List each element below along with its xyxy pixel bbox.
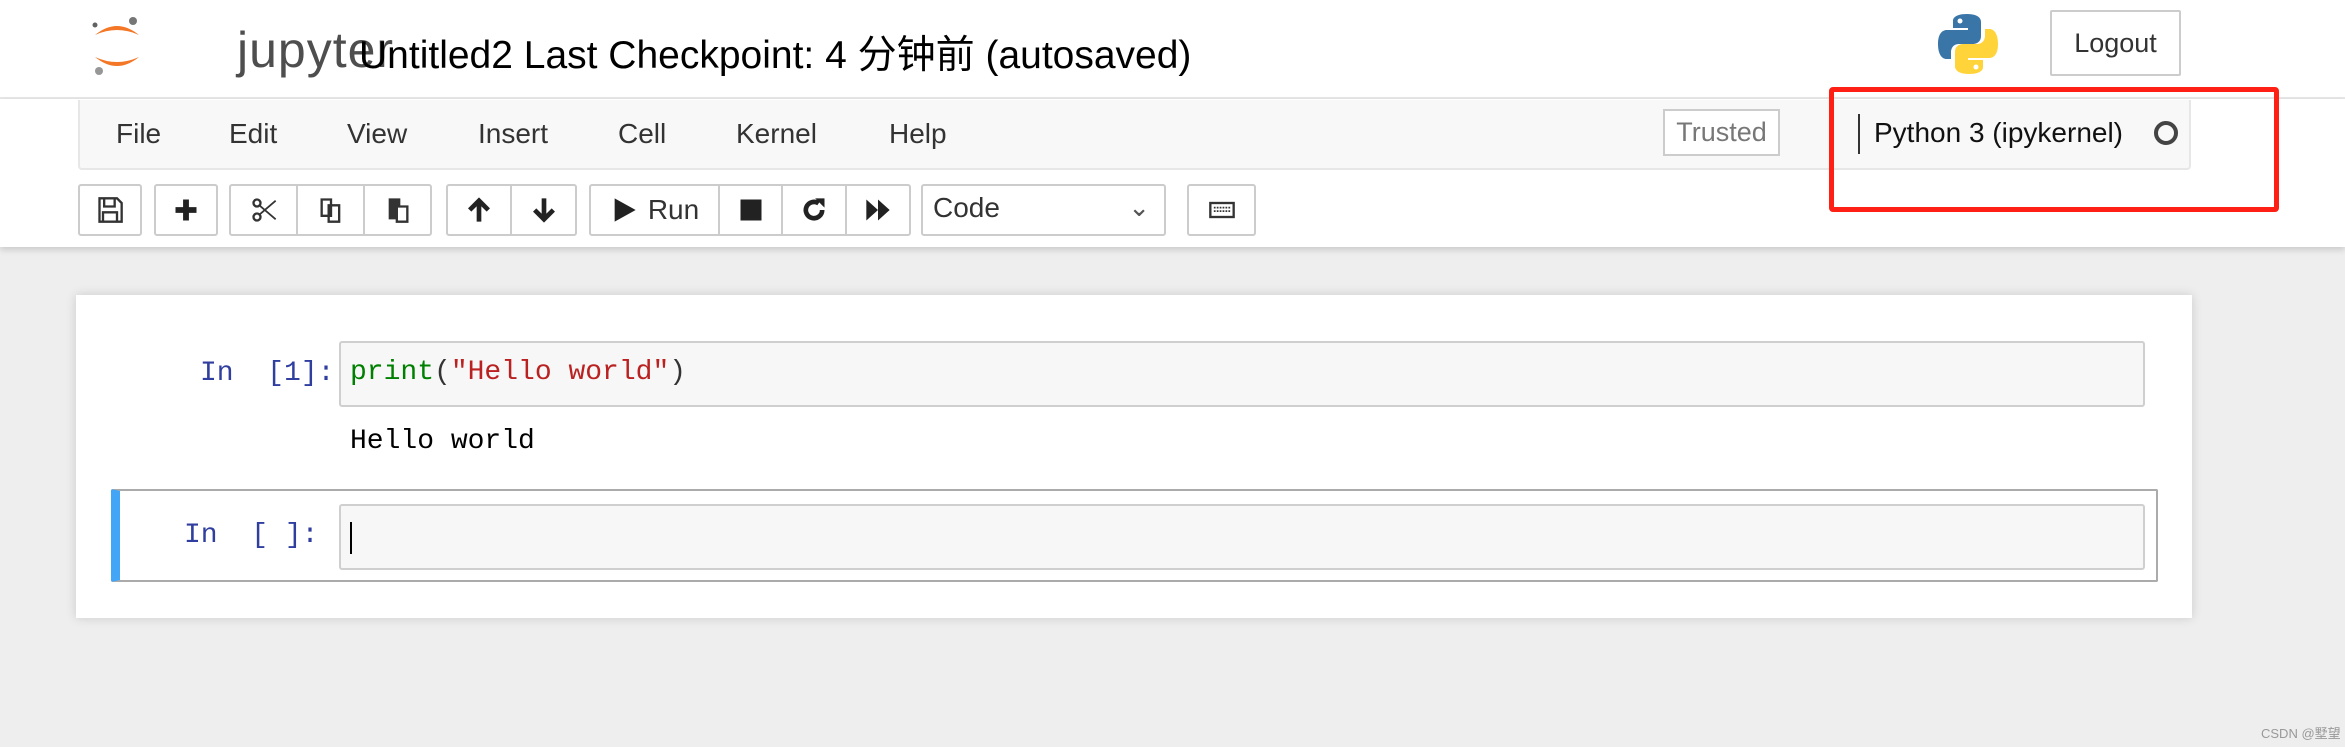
arrow-up-icon	[468, 197, 490, 222]
cell-prompt: In [ ]:	[184, 520, 319, 551]
menu-edit[interactable]: Edit	[229, 118, 277, 150]
move-down-button[interactable]	[510, 184, 577, 236]
cut-icon	[251, 198, 276, 222]
run-button[interactable]: Run	[589, 184, 720, 236]
code-cell-input[interactable]: print("Hello world")	[339, 341, 2145, 407]
command-palette-button[interactable]	[1187, 184, 1256, 236]
menu-kernel[interactable]: Kernel	[736, 118, 817, 150]
paste-icon	[388, 198, 408, 223]
stop-icon	[740, 199, 761, 221]
menu-help[interactable]: Help	[889, 118, 947, 150]
play-icon	[614, 198, 636, 222]
code-paren: )	[669, 357, 687, 388]
code-keyword: print	[350, 357, 435, 388]
code-paren: (	[434, 357, 451, 388]
arrow-down-icon	[532, 198, 555, 223]
jupyter-logo[interactable]: jupyter	[87, 15, 393, 78]
text-cursor	[350, 522, 352, 554]
cell-type-value: Code	[933, 192, 1000, 223]
logout-button[interactable]: Logout	[2050, 10, 2181, 76]
cell-prompt: In [1]:	[200, 358, 335, 389]
code-cell-input[interactable]	[339, 504, 2145, 570]
move-up-button[interactable]	[446, 184, 512, 236]
save-icon	[98, 197, 123, 223]
trusted-indicator[interactable]: Trusted	[1663, 109, 1780, 156]
paste-button[interactable]	[363, 184, 432, 236]
python-logo-icon	[1938, 14, 1998, 74]
code-string: "Hello world"	[450, 357, 670, 388]
watermark: CSDN @墅望	[2261, 726, 2341, 741]
notebook-title[interactable]: Untitled2 Last Checkpoint: 4 分钟前 (autosa…	[359, 24, 1191, 80]
keyboard-icon	[1208, 201, 1235, 219]
interrupt-button[interactable]	[718, 184, 783, 236]
cut-button[interactable]	[229, 184, 298, 236]
plus-icon	[175, 199, 197, 221]
restart-run-all-button[interactable]	[845, 184, 911, 236]
fast-forward-icon	[866, 199, 890, 221]
restart-icon	[803, 198, 825, 221]
copy-icon	[320, 198, 340, 223]
chevron-down-icon: ⌄	[1128, 192, 1150, 222]
copy-button[interactable]	[296, 184, 365, 236]
cell-type-select[interactable]: Code ⌄	[921, 184, 1166, 236]
save-button[interactable]	[78, 184, 142, 236]
restart-button[interactable]	[781, 184, 847, 236]
run-label: Run	[647, 194, 700, 225]
highlight-annotation-box	[1829, 87, 2279, 212]
menu-view[interactable]: View	[347, 118, 407, 150]
menu-file[interactable]: File	[116, 118, 161, 150]
menu-insert[interactable]: Insert	[478, 118, 548, 150]
cell-output: Hello world	[350, 426, 535, 457]
jupyter-logo-icon	[92, 17, 139, 75]
menu-cell[interactable]: Cell	[618, 118, 666, 150]
insert-cell-button[interactable]	[154, 184, 218, 236]
